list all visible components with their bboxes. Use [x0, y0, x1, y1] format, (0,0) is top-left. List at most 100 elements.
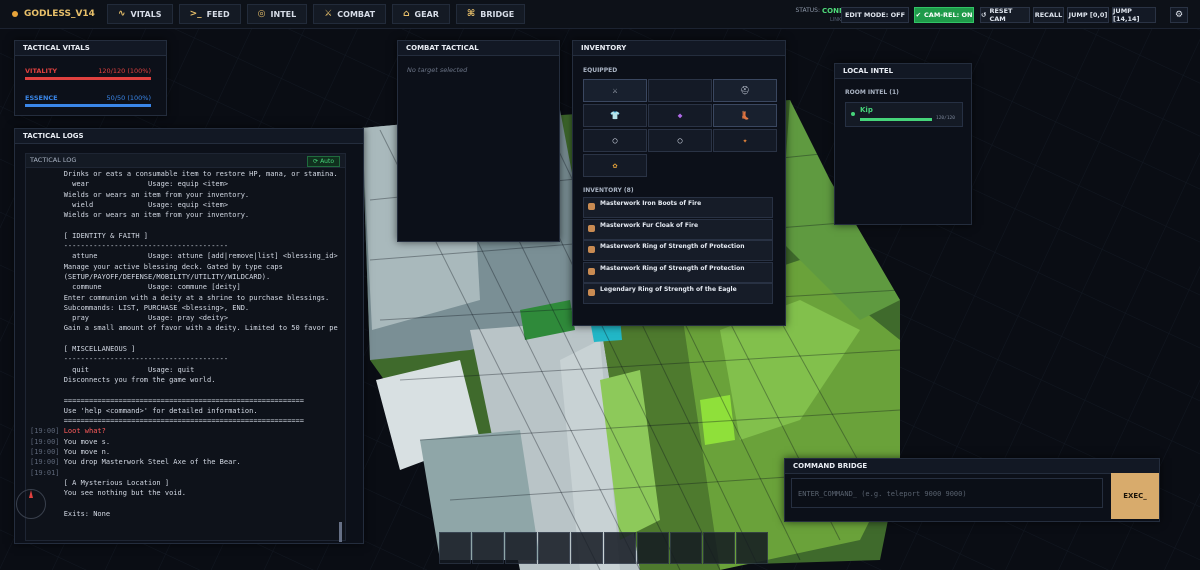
chest-icon: 👕	[610, 111, 620, 120]
log-text: You drop Masterwork Steel Axe of the Bea…	[63, 458, 241, 467]
equip-slot-weapon[interactable]: ⚔	[583, 79, 647, 102]
tab-gear[interactable]: ⌂ GEAR	[392, 4, 450, 24]
log-timestamp	[30, 252, 64, 260]
hotbar-slot[interactable]	[472, 532, 504, 564]
cam-rel-toggle[interactable]: ✔ CAM-REL: ON	[914, 7, 974, 23]
hotbar-slot[interactable]	[538, 532, 570, 564]
reset-icon: ↺	[981, 11, 987, 19]
inventory-item[interactable]: Masterwork Iron Boots of Fire	[583, 197, 773, 218]
vitality-bar-fill	[25, 77, 151, 80]
entity-row[interactable]: Kip 120/120	[845, 102, 963, 127]
log-timestamp	[30, 294, 64, 302]
hotbar-slot[interactable]	[571, 532, 603, 564]
log-text: Manage your active blessing deck. Gated …	[63, 262, 283, 271]
tab-intel[interactable]: ◎ INTEL	[246, 4, 308, 24]
ring-2-icon: ◯	[677, 136, 683, 145]
essence-bar	[25, 104, 151, 107]
tab-vitals-label: VITALS	[130, 9, 162, 19]
log-timestamp: [19:00]	[30, 437, 64, 446]
log-text: [ IDENTITY & FAITH ]	[63, 231, 149, 240]
entity-hp-bar-fill	[860, 118, 932, 121]
log-line: wear Usage: equip <item>	[30, 179, 338, 189]
log-timestamp	[30, 263, 64, 271]
log-line: attune Usage: attune [add|remove|list] <…	[30, 251, 338, 261]
inventory-title: INVENTORY	[573, 41, 785, 56]
item-name: Masterwork Ring of Strength of Protectio…	[600, 243, 745, 250]
reset-cam-button[interactable]: ↺ RESET CAM	[980, 7, 1030, 23]
log-line: [19:01]	[30, 468, 338, 478]
equip-slot-amulet[interactable]: ◆	[648, 104, 712, 127]
edit-mode-button[interactable]: EDIT MODE: OFF	[841, 7, 909, 23]
command-input[interactable]: ENTER_COMMAND_ (e.g. teleport 9000 9000)	[791, 478, 1103, 508]
tab-vitals[interactable]: ∿ VITALS	[106, 4, 173, 24]
jump-origin-button[interactable]: JUMP [0,0]	[1067, 7, 1109, 23]
log-text: You move s.	[63, 437, 111, 446]
log-text: Wields or wears an item from your invent…	[63, 190, 250, 199]
tab-feed[interactable]: >_ FEED	[178, 4, 241, 24]
hotbar-slot[interactable]	[736, 532, 768, 564]
connection-status: STATUS: CONNECTED LINK_PRIMARY STABLE	[760, 7, 885, 23]
vitals-panel: TACTICAL VITALS VITALITY 120/120 (100%) …	[14, 40, 167, 116]
equip-slot-feet[interactable]: 👢	[713, 104, 777, 127]
log-timestamp	[30, 314, 64, 322]
log-text: Disconnects you from the game world.	[63, 375, 216, 384]
equip-slot-charm[interactable]: ✿	[583, 154, 647, 177]
auto-scroll-toggle[interactable]: ⟳ Auto	[307, 156, 340, 167]
hotbar-slot[interactable]	[637, 532, 669, 564]
log-line: [19:00] Loot what?	[30, 426, 338, 436]
equip-slot-offhand[interactable]	[648, 79, 712, 102]
log-header: TACTICAL LOG ⟳ Auto	[26, 154, 345, 168]
hotbar-slot[interactable]	[604, 532, 636, 564]
equip-slot-ring-1[interactable]: ◯	[583, 129, 647, 152]
log-text: Exits: None	[63, 509, 111, 518]
equip-slot-trinket[interactable]: ✦	[713, 129, 777, 152]
settings-button[interactable]: ⚙	[1170, 7, 1188, 23]
log-line: quit Usage: quit	[30, 365, 338, 375]
log-line: Gain a small amount of favor with a deit…	[30, 323, 338, 333]
log-container[interactable]: TACTICAL LOG ⟳ Auto Drinks or eats a con…	[25, 153, 346, 542]
log-timestamp: [19:00]	[30, 458, 64, 467]
tab-combat-label: COMBAT	[337, 9, 376, 19]
recall-button[interactable]: RECALL	[1033, 7, 1064, 23]
target-icon: ◎	[257, 9, 266, 19]
log-line: pray Usage: pray <deity>	[30, 313, 338, 323]
hotbar-slot[interactable]	[505, 532, 537, 564]
hotbar-slot[interactable]	[703, 532, 735, 564]
app-brand: GODLESS_V14	[0, 0, 107, 28]
exec-button[interactable]: EXEC_	[1111, 473, 1159, 519]
entity-hp: 120/120	[936, 116, 955, 121]
inventory-item[interactable]: Legendary Ring of Strength of the Eagle	[583, 283, 773, 304]
intel-panel: LOCAL INTEL ROOM INTEL (1) Kip 120/120	[834, 63, 972, 225]
inventory-item[interactable]: Masterwork Fur Cloak of Fire	[583, 218, 773, 240]
inventory-item[interactable]: Masterwork Ring of Strength of Protectio…	[583, 240, 773, 261]
hotbar-slot[interactable]	[670, 532, 702, 564]
log-line: ========================================…	[30, 396, 338, 406]
log-timestamp	[30, 242, 64, 250]
tab-combat[interactable]: ⚔ COMBAT	[313, 4, 387, 24]
vitality-value: 120/120 (100%)	[98, 67, 151, 75]
bridge-icon: ⌘	[466, 9, 476, 19]
item-name: Legendary Ring of Strength of the Eagle	[600, 286, 737, 293]
equip-slot-chest[interactable]: 👕	[583, 104, 647, 127]
log-line: ========================================…	[30, 416, 338, 426]
log-subtitle: TACTICAL LOG	[30, 156, 77, 164]
log-line	[30, 385, 338, 395]
item-icon	[588, 289, 595, 296]
compass-icon	[16, 489, 46, 519]
log-timestamp	[30, 273, 64, 281]
log-line	[30, 334, 338, 344]
logs-title: TACTICAL LOGS	[15, 129, 363, 144]
log-timestamp: [19:01]	[30, 468, 64, 477]
essence-value: 50/50 (100%)	[106, 94, 151, 102]
log-line: [19:00] You move s.	[30, 437, 338, 447]
log-line: [ IDENTITY & FAITH ]	[30, 231, 338, 241]
log-scrollbar[interactable]	[339, 522, 342, 542]
log-line: You see nothing but the void.	[30, 488, 338, 498]
tab-bridge[interactable]: ⌘ BRIDGE	[455, 4, 526, 24]
equip-slot-ring-2[interactable]: ◯	[648, 129, 712, 152]
equip-slot-head[interactable]: ⛑	[713, 79, 777, 102]
jump-coords-button[interactable]: JUMP [14,14]	[1112, 7, 1156, 23]
hotbar-slot[interactable]	[439, 532, 471, 564]
inventory-item[interactable]: Masterwork Ring of Strength of Protectio…	[583, 261, 773, 283]
log-text: Enter communion with a deity at a shrine…	[63, 293, 330, 302]
